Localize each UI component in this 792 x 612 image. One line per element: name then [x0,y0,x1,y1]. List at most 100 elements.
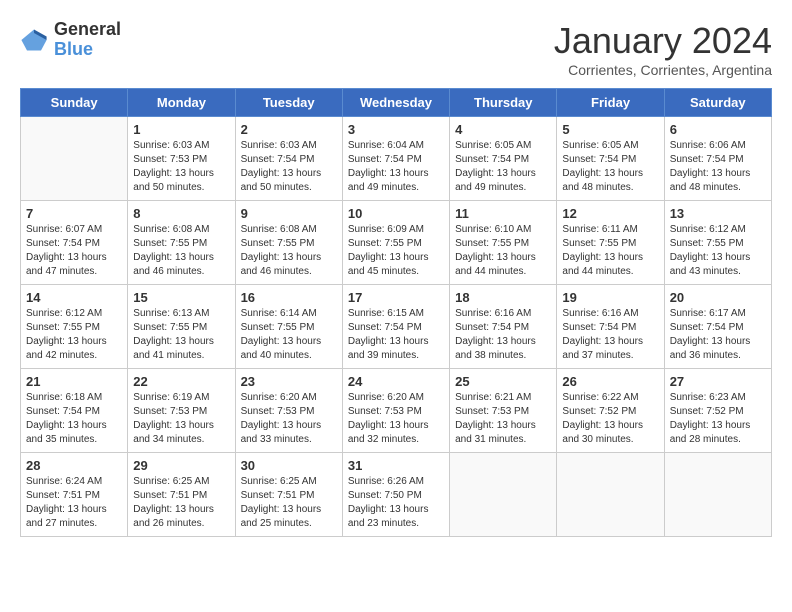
daylight-text: Daylight: 13 hours and 49 minutes. [348,167,444,195]
sunset-text: Sunset: 7:53 PM [241,405,337,419]
sunset-text: Sunset: 7:55 PM [241,237,337,251]
sunset-text: Sunset: 7:55 PM [670,237,766,251]
sunset-text: Sunset: 7:53 PM [133,153,229,167]
calendar-cell: 10 Sunrise: 6:09 AM Sunset: 7:55 PM Dayl… [342,201,449,285]
calendar-table: SundayMondayTuesdayWednesdayThursdayFrid… [20,88,772,537]
day-number: 17 [348,290,444,305]
sunrise-text: Sunrise: 6:05 AM [562,139,658,153]
calendar-cell [450,453,557,537]
calendar-cell: 24 Sunrise: 6:20 AM Sunset: 7:53 PM Dayl… [342,369,449,453]
calendar-header-row: SundayMondayTuesdayWednesdayThursdayFrid… [21,89,772,117]
daylight-text: Daylight: 13 hours and 25 minutes. [241,503,337,531]
location-subtitle: Corrientes, Corrientes, Argentina [554,62,772,78]
calendar-body: 1 Sunrise: 6:03 AM Sunset: 7:53 PM Dayli… [21,117,772,537]
day-number: 18 [455,290,551,305]
daylight-text: Daylight: 13 hours and 38 minutes. [455,335,551,363]
day-number: 22 [133,374,229,389]
daylight-text: Daylight: 13 hours and 30 minutes. [562,419,658,447]
calendar-cell: 7 Sunrise: 6:07 AM Sunset: 7:54 PM Dayli… [21,201,128,285]
day-number: 11 [455,206,551,221]
calendar-cell: 6 Sunrise: 6:06 AM Sunset: 7:54 PM Dayli… [664,117,771,201]
calendar-day-header: Saturday [664,89,771,117]
day-info: Sunrise: 6:18 AM Sunset: 7:54 PM Dayligh… [26,391,122,447]
calendar-day-header: Monday [128,89,235,117]
sunset-text: Sunset: 7:55 PM [26,321,122,335]
sunrise-text: Sunrise: 6:11 AM [562,223,658,237]
day-info: Sunrise: 6:07 AM Sunset: 7:54 PM Dayligh… [26,223,122,279]
calendar-day-header: Tuesday [235,89,342,117]
sunrise-text: Sunrise: 6:21 AM [455,391,551,405]
calendar-cell: 23 Sunrise: 6:20 AM Sunset: 7:53 PM Dayl… [235,369,342,453]
day-number: 7 [26,206,122,221]
day-number: 24 [348,374,444,389]
sunset-text: Sunset: 7:54 PM [455,153,551,167]
sunrise-text: Sunrise: 6:15 AM [348,307,444,321]
calendar-day-header: Sunday [21,89,128,117]
calendar-cell: 14 Sunrise: 6:12 AM Sunset: 7:55 PM Dayl… [21,285,128,369]
sunset-text: Sunset: 7:54 PM [348,321,444,335]
sunset-text: Sunset: 7:55 PM [562,237,658,251]
day-info: Sunrise: 6:05 AM Sunset: 7:54 PM Dayligh… [455,139,551,195]
sunrise-text: Sunrise: 6:25 AM [241,475,337,489]
logo-line2: Blue [54,40,121,60]
sunrise-text: Sunrise: 6:03 AM [241,139,337,153]
sunset-text: Sunset: 7:54 PM [26,237,122,251]
calendar-cell [21,117,128,201]
sunset-text: Sunset: 7:55 PM [455,237,551,251]
calendar-cell: 27 Sunrise: 6:23 AM Sunset: 7:52 PM Dayl… [664,369,771,453]
day-info: Sunrise: 6:15 AM Sunset: 7:54 PM Dayligh… [348,307,444,363]
day-info: Sunrise: 6:12 AM Sunset: 7:55 PM Dayligh… [26,307,122,363]
calendar-cell: 4 Sunrise: 6:05 AM Sunset: 7:54 PM Dayli… [450,117,557,201]
day-info: Sunrise: 6:10 AM Sunset: 7:55 PM Dayligh… [455,223,551,279]
sunset-text: Sunset: 7:53 PM [455,405,551,419]
day-info: Sunrise: 6:05 AM Sunset: 7:54 PM Dayligh… [562,139,658,195]
sunrise-text: Sunrise: 6:07 AM [26,223,122,237]
day-number: 23 [241,374,337,389]
day-number: 10 [348,206,444,221]
calendar-cell: 25 Sunrise: 6:21 AM Sunset: 7:53 PM Dayl… [450,369,557,453]
day-number: 2 [241,122,337,137]
sunrise-text: Sunrise: 6:20 AM [241,391,337,405]
page-header: General Blue January 2024 Corrientes, Co… [20,20,772,78]
day-number: 14 [26,290,122,305]
daylight-text: Daylight: 13 hours and 50 minutes. [241,167,337,195]
day-number: 15 [133,290,229,305]
daylight-text: Daylight: 13 hours and 45 minutes. [348,251,444,279]
day-number: 31 [348,458,444,473]
sunset-text: Sunset: 7:54 PM [562,321,658,335]
sunrise-text: Sunrise: 6:09 AM [348,223,444,237]
daylight-text: Daylight: 13 hours and 48 minutes. [562,167,658,195]
sunrise-text: Sunrise: 6:18 AM [26,391,122,405]
sunrise-text: Sunrise: 6:06 AM [670,139,766,153]
calendar-cell: 30 Sunrise: 6:25 AM Sunset: 7:51 PM Dayl… [235,453,342,537]
logo-icon [20,26,48,54]
day-info: Sunrise: 6:08 AM Sunset: 7:55 PM Dayligh… [241,223,337,279]
sunset-text: Sunset: 7:52 PM [670,405,766,419]
sunrise-text: Sunrise: 6:17 AM [670,307,766,321]
calendar-week-row: 14 Sunrise: 6:12 AM Sunset: 7:55 PM Dayl… [21,285,772,369]
sunrise-text: Sunrise: 6:14 AM [241,307,337,321]
day-info: Sunrise: 6:06 AM Sunset: 7:54 PM Dayligh… [670,139,766,195]
daylight-text: Daylight: 13 hours and 26 minutes. [133,503,229,531]
sunrise-text: Sunrise: 6:24 AM [26,475,122,489]
day-info: Sunrise: 6:03 AM Sunset: 7:54 PM Dayligh… [241,139,337,195]
sunrise-text: Sunrise: 6:25 AM [133,475,229,489]
day-info: Sunrise: 6:12 AM Sunset: 7:55 PM Dayligh… [670,223,766,279]
calendar-cell: 13 Sunrise: 6:12 AM Sunset: 7:55 PM Dayl… [664,201,771,285]
sunrise-text: Sunrise: 6:13 AM [133,307,229,321]
day-info: Sunrise: 6:04 AM Sunset: 7:54 PM Dayligh… [348,139,444,195]
sunset-text: Sunset: 7:51 PM [26,489,122,503]
day-info: Sunrise: 6:19 AM Sunset: 7:53 PM Dayligh… [133,391,229,447]
title-block: January 2024 Corrientes, Corrientes, Arg… [554,20,772,78]
calendar-cell: 29 Sunrise: 6:25 AM Sunset: 7:51 PM Dayl… [128,453,235,537]
sunrise-text: Sunrise: 6:08 AM [133,223,229,237]
sunrise-text: Sunrise: 6:23 AM [670,391,766,405]
day-info: Sunrise: 6:26 AM Sunset: 7:50 PM Dayligh… [348,475,444,531]
day-info: Sunrise: 6:21 AM Sunset: 7:53 PM Dayligh… [455,391,551,447]
daylight-text: Daylight: 13 hours and 50 minutes. [133,167,229,195]
daylight-text: Daylight: 13 hours and 40 minutes. [241,335,337,363]
sunrise-text: Sunrise: 6:16 AM [562,307,658,321]
sunset-text: Sunset: 7:55 PM [133,237,229,251]
sunset-text: Sunset: 7:54 PM [670,153,766,167]
sunrise-text: Sunrise: 6:19 AM [133,391,229,405]
